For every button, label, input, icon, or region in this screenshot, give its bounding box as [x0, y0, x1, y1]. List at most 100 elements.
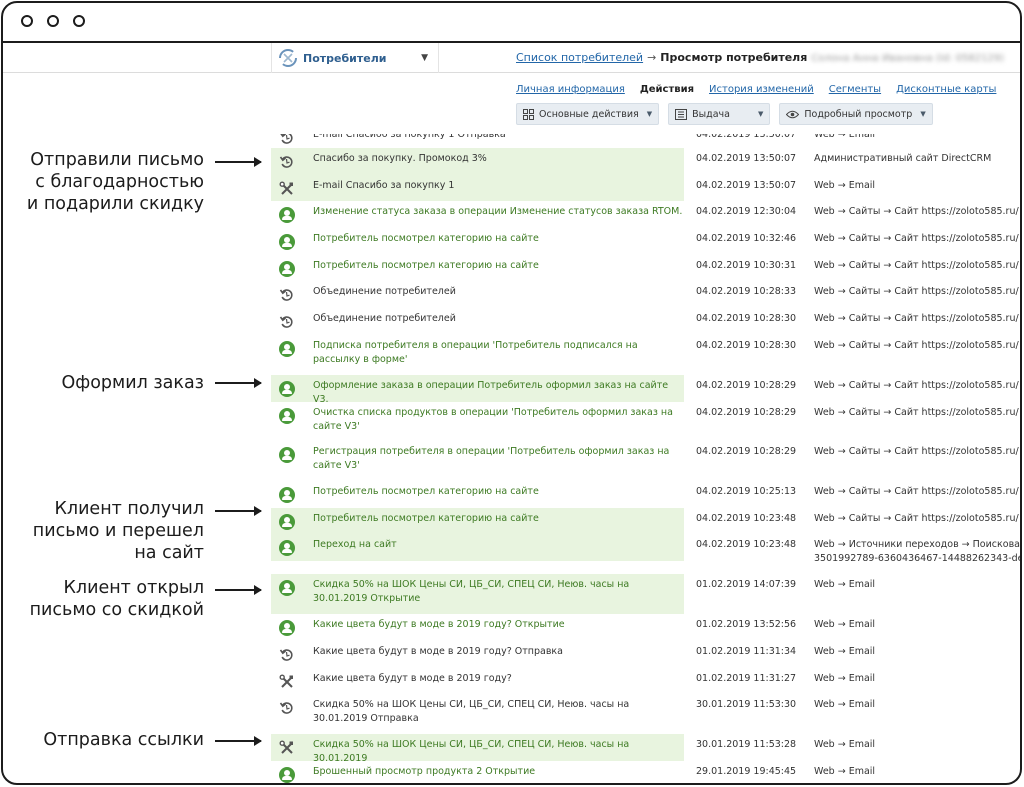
consumer-tabs: Личная информация Действия История изменен…	[516, 84, 1011, 95]
action-row[interactable]: Объединение потребителей 04.02.2019 10:28…	[271, 308, 1020, 335]
action-row[interactable]: Регистрация потребителя в операции 'Потр…	[271, 441, 1020, 481]
action-datetime: 04.02.2019 10:23:48	[696, 539, 797, 550]
issue-dropdown[interactable]: Выдача ▼	[668, 103, 771, 125]
action-description: E-mail Спасибо за покупку 1	[313, 180, 455, 191]
action-datetime: 04.02.2019 10:32:46	[696, 233, 797, 244]
action-row[interactable]: Переход на сайт 04.02.2019 10:23:48 Web → …	[271, 534, 1020, 564]
section-selector[interactable]: Потребители ▼	[271, 43, 439, 73]
action-datetime: 04.02.2019 10:30:31	[696, 260, 797, 271]
action-row[interactable]: Спасибо за покупку. Промокод 3% 04.02.201…	[271, 148, 1020, 175]
main-actions-label: Основные действия	[539, 108, 639, 120]
action-source-line: Административный сайт DirectCRM	[814, 153, 992, 164]
action-row[interactable]: Брошенный просмотр продукта 2 Открытие 29…	[271, 761, 1020, 783]
annotation-line: с благодарностью	[35, 172, 204, 192]
action-row[interactable]: Какие цвета будут в моде в 2019 году? От…	[271, 614, 1020, 641]
action-row[interactable]: Изменение статуса заказа в операции Изме…	[271, 201, 1020, 228]
action-description: Объединение потребителей	[313, 286, 456, 297]
action-source-line: Web → Сайты → Сайт https://zoloto585.ru/	[814, 446, 1019, 457]
action-source: Web → Сайты → Сайт https://zoloto585.ru/	[814, 512, 1019, 526]
action-row[interactable]: Объединение потребителей 04.02.2019 10:28…	[271, 281, 1020, 308]
action-datetime: 01.02.2019 13:52:56	[696, 619, 797, 630]
annotation-line: Отправили письмо	[30, 150, 204, 170]
breadcrumb-link-consumers[interactable]: Список потребителей	[516, 51, 643, 64]
annotation-line: Отправка ссылки	[43, 730, 204, 750]
grid-icon	[523, 108, 534, 120]
user-icon	[279, 261, 295, 277]
action-datetime: 04.02.2019 10:23:48	[696, 513, 797, 524]
action-description: Объединение потребителей	[313, 313, 456, 324]
action-source-line: Web → Сайты → Сайт https://zoloto585.ru/	[814, 380, 1019, 391]
annotation-line: письмо со скидкой	[29, 600, 204, 620]
action-description: Какие цвета будут в моде в 2019 году? От…	[313, 619, 565, 630]
action-description: Потребитель посмотрел категорию на сайте	[313, 486, 539, 497]
action-row[interactable]: Оформление заказа в операции Потребитель…	[271, 375, 1020, 405]
detailed-view-label: Подробный просмотр	[804, 108, 913, 120]
action-row[interactable]: Потребитель посмотрел категорию на сайте…	[271, 255, 1020, 281]
annotation-text: Клиент открыл письмо со скидкой	[30, 577, 204, 621]
action-row[interactable]: Скидка 50% на ШОК Цены СИ, ЦБ_СИ, СПЕЦ С…	[271, 734, 1020, 764]
action-row[interactable]: Какие цвета будут в моде в 2019 году? От…	[271, 641, 1020, 668]
action-source-line: Web → Сайты → Сайт https://zoloto585.ru/	[814, 260, 1019, 271]
refresh-icon	[279, 154, 295, 170]
action-description: Какие цвета будут в моде в 2019 году? От…	[313, 646, 563, 657]
chevron-down-icon: ▼	[920, 110, 926, 118]
tab-5[interactable]: Дисконтные карты	[896, 84, 996, 95]
action-source: Web → Сайты → Сайт https://zoloto585.ru/	[814, 259, 1019, 273]
detailed-view-dropdown[interactable]: Подробный просмотр ▼	[779, 103, 933, 125]
annotation-line: Клиент открыл	[63, 578, 204, 598]
action-description: Скидка 50% на ШОК Цены СИ, ЦБ_СИ, СПЕЦ С…	[313, 699, 630, 724]
action-source: Web → Сайты → Сайт https://zoloto585.ru/	[814, 285, 1019, 299]
action-source-line: Web → Email	[814, 699, 876, 710]
action-row[interactable]: Какие цвета будут в моде в 2019 году? 01.…	[271, 668, 1020, 694]
action-source-line: Web → Сайты → Сайт https://zoloto585.ru/	[814, 486, 1019, 497]
window-dot-2[interactable]	[47, 15, 59, 27]
window-titlebar	[3, 3, 1020, 43]
action-datetime: 29.01.2019 19:45:45	[696, 766, 797, 777]
breadcrumb: Список потребителей → Просмотр потребителя…	[516, 51, 1004, 64]
action-datetime: 04.02.2019 13:50:07	[696, 134, 797, 140]
action-row[interactable]: Скидка 50% на ШОК Цены СИ, ЦБ_СИ, СПЕЦ С…	[271, 574, 1020, 614]
action-row[interactable]: Потребитель посмотрел категорию на сайте…	[271, 481, 1020, 508]
action-datetime: 04.02.2019 10:28:33	[696, 286, 797, 297]
action-source-line: Web → Email	[814, 579, 876, 590]
action-row[interactable]: Потребитель посмотрел категорию на сайте…	[271, 228, 1020, 255]
annotation-arrow	[215, 157, 262, 167]
action-source: Web → Email	[814, 672, 875, 686]
action-row[interactable]: E-mail Спасибо за покупку 1 04.02.2019 13…	[271, 175, 1020, 201]
issue-label: Выдача	[692, 108, 730, 120]
app-header: Потребители ▼ Список потребителей → Просмо…	[3, 43, 1020, 73]
actions-list: E-mail Спасибо за покупку 1 Отправка 04.0…	[3, 134, 1020, 783]
action-row[interactable]: Очистка списка продуктов в операции 'Пот…	[271, 402, 1020, 441]
tab-4[interactable]: Сегменты	[829, 84, 881, 95]
action-source: Web → Сайты → Сайт https://zoloto585.ru/	[814, 232, 1019, 246]
action-description: Потребитель посмотрел категорию на сайте	[313, 233, 539, 244]
action-source-line: Web → Сайты → Сайт https://zoloto585.ru/	[814, 233, 1019, 244]
action-description: Изменение статуса заказа в операции Изме…	[313, 206, 683, 217]
action-row[interactable]: Подписка потребителя в операции 'Потреби…	[271, 335, 1020, 375]
action-source: Web → Email	[814, 765, 875, 779]
actions-toolbar: Основные действия ▼ Выдача ▼ Подробный п…	[516, 103, 942, 125]
action-datetime: 04.02.2019 10:28:30	[696, 340, 797, 351]
tab-3[interactable]: История изменений	[709, 84, 814, 95]
action-source: Web → Сайты → Сайт https://zoloto585.ru/	[814, 339, 1019, 353]
window-dot-1[interactable]	[21, 15, 33, 27]
action-row[interactable]: Скидка 50% на ШОК Цены СИ, ЦБ_СИ, СПЕЦ С…	[271, 694, 1020, 734]
action-source: Web → Сайты → Сайт https://zoloto585.ru/	[814, 445, 1019, 459]
tab-2[interactable]: Действия	[640, 84, 694, 95]
consumer-subnav: Личная информация Действия История изменен…	[3, 74, 1020, 134]
action-source-line: Web → Email	[814, 766, 876, 777]
window-dot-3[interactable]	[73, 15, 85, 27]
action-row[interactable]: Потребитель посмотрел категорию на сайте…	[271, 508, 1020, 534]
user-icon	[279, 234, 295, 250]
action-source-line: Web → Email	[814, 739, 876, 750]
list-icon	[675, 108, 688, 120]
main-actions-dropdown[interactable]: Основные действия ▼	[516, 103, 660, 125]
tab-1[interactable]: Личная информация	[516, 84, 625, 95]
action-datetime: 01.02.2019 11:31:34	[696, 646, 797, 657]
chevron-down-icon: ▼	[646, 110, 653, 118]
user-icon	[279, 341, 295, 357]
action-source: Web → Email	[814, 134, 875, 142]
action-source-line-2: 3501992789-6360436467-14488262343-desk	[814, 553, 1020, 564]
annotation-text: Клиент получил письмо и перешел на сайт	[33, 498, 204, 564]
user-icon	[279, 408, 295, 424]
